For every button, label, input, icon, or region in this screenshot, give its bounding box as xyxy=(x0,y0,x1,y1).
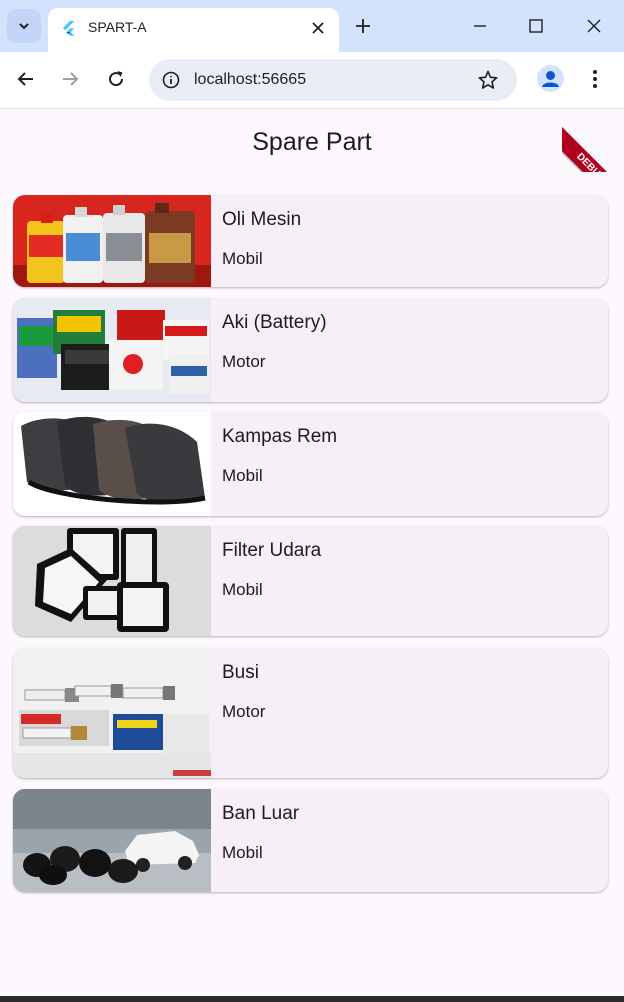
product-card-oli-mesin[interactable]: Oli Mesin Mobil xyxy=(13,195,608,287)
product-card-aki-battery[interactable]: Aki (Battery) Motor xyxy=(13,298,608,402)
product-card-busi[interactable]: Busi Motor xyxy=(13,648,608,778)
product-name: Ban Luar xyxy=(222,803,300,824)
product-name: Aki (Battery) xyxy=(222,312,327,333)
chevron-down-icon xyxy=(19,23,29,30)
more-options-icon[interactable] xyxy=(585,68,605,90)
address-bar[interactable]: localhost:56665 xyxy=(149,59,517,101)
flutter-logo-icon xyxy=(63,21,75,36)
product-image xyxy=(13,526,211,636)
product-image xyxy=(13,412,211,516)
engine-oil-bottles-image xyxy=(13,195,211,287)
bookmark-star-icon[interactable] xyxy=(477,69,499,91)
product-name: Busi xyxy=(222,662,259,683)
close-window-icon[interactable] xyxy=(582,14,606,38)
close-tab-icon[interactable] xyxy=(309,19,327,37)
product-name: Filter Udara xyxy=(222,540,322,561)
profile-avatar[interactable] xyxy=(537,65,564,92)
forward-arrow-icon[interactable] xyxy=(59,68,81,90)
product-card-filter-udara[interactable]: Filter Udara Mobil xyxy=(13,526,608,636)
product-image xyxy=(13,648,211,778)
product-name: Kampas Rem xyxy=(222,426,338,447)
minimize-icon[interactable] xyxy=(468,14,492,38)
product-image xyxy=(13,789,211,892)
car-batteries-image xyxy=(13,298,211,402)
debug-label: DEBUG xyxy=(562,123,624,172)
brake-pads-image xyxy=(13,412,211,516)
site-info-icon[interactable] xyxy=(161,70,181,90)
product-card-ban-luar[interactable]: Ban Luar Mobil xyxy=(13,789,608,892)
new-tab-icon[interactable] xyxy=(352,15,374,37)
product-image xyxy=(13,298,211,402)
os-status-strip xyxy=(0,996,624,1002)
product-name: Oli Mesin xyxy=(222,209,302,230)
air-filters-image xyxy=(13,526,211,636)
maximize-icon[interactable] xyxy=(524,14,548,38)
product-type: Mobil xyxy=(222,466,263,485)
debug-banner: DEBUG xyxy=(562,110,624,172)
product-type: Mobil xyxy=(222,580,263,599)
reload-icon[interactable] xyxy=(105,68,127,90)
url-text[interactable]: localhost:56665 xyxy=(194,71,306,89)
browser-tab-bar: SPART-A xyxy=(0,0,624,52)
tab-title: SPART-A xyxy=(88,19,147,35)
product-type: Motor xyxy=(222,352,266,371)
page-title: Spare Part xyxy=(252,128,372,156)
person-icon xyxy=(542,71,559,87)
product-image xyxy=(13,195,211,287)
tires-and-car-image xyxy=(13,789,211,892)
browser-tab[interactable]: SPART-A xyxy=(48,8,339,52)
tab-search-button[interactable] xyxy=(7,9,41,43)
product-type: Motor xyxy=(222,702,266,721)
product-type: Mobil xyxy=(222,843,263,862)
product-type: Mobil xyxy=(222,249,263,268)
product-card-kampas-rem[interactable]: Kampas Rem Mobil xyxy=(13,412,608,516)
spark-plugs-image xyxy=(13,648,211,778)
browser-toolbar: localhost:56665 xyxy=(0,52,624,109)
back-arrow-icon[interactable] xyxy=(15,68,37,90)
